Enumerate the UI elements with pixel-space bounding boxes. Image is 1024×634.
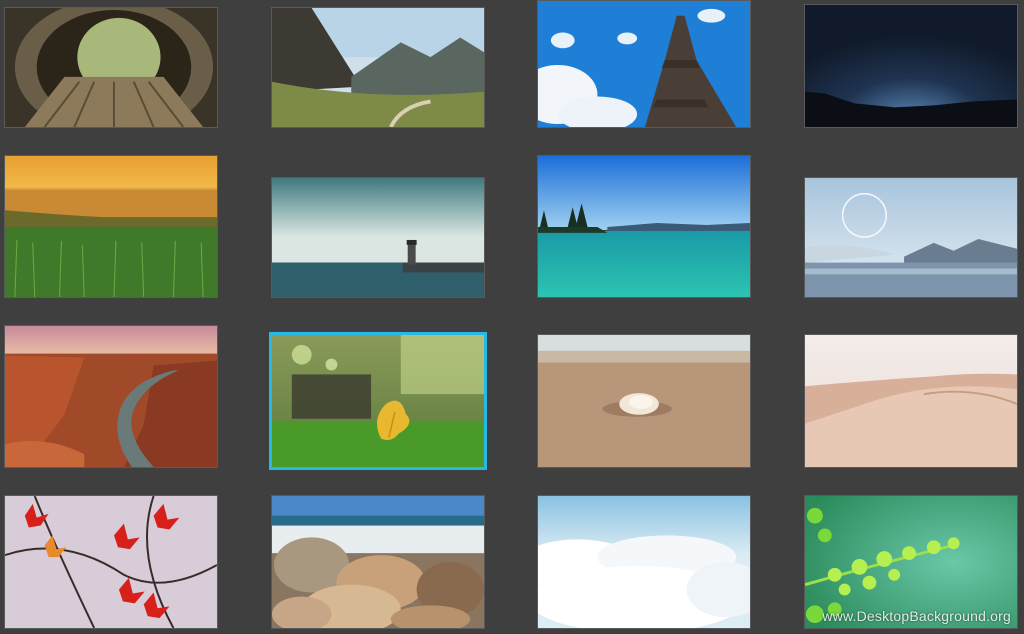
watermark-text: www.DesktopBackground.org xyxy=(822,608,1011,624)
thumbnail-yellow-leaf-grass[interactable] xyxy=(269,332,487,470)
mountain-valley-image xyxy=(272,8,484,127)
thumbnail-night-sky[interactable] xyxy=(804,4,1018,128)
eiffel-tower-image xyxy=(538,1,750,127)
thumbnail-mountain-valley[interactable] xyxy=(271,7,485,128)
sand-dunes-image xyxy=(805,335,1017,467)
turquoise-lake-image xyxy=(538,156,750,297)
sunset-field-image xyxy=(5,156,217,297)
thumbnail-wooden-tunnel[interactable] xyxy=(4,7,218,128)
thumbnail-lighthouse-sea[interactable] xyxy=(271,177,485,298)
thumbnail-eiffel-tower[interactable] xyxy=(537,0,751,128)
wooden-tunnel-image xyxy=(5,8,217,127)
night-sky-image xyxy=(805,5,1017,127)
thumbnail-turquoise-lake[interactable] xyxy=(537,155,751,298)
thumbnail-moon-mountains[interactable] xyxy=(804,177,1018,298)
canyon-river-image xyxy=(5,326,217,467)
lighthouse-sea-image xyxy=(272,178,484,297)
thumbnail-green-fern[interactable]: www.DesktopBackground.org xyxy=(804,495,1018,629)
moon-mountains-image xyxy=(805,178,1017,297)
thumbnail-sunset-field[interactable] xyxy=(4,155,218,298)
thumbnail-canyon-river[interactable] xyxy=(4,325,218,468)
seashell-beach-image xyxy=(538,335,750,467)
wallpaper-gallery: www.DesktopBackground.org xyxy=(0,0,1024,634)
thumbnail-red-maple-leaves[interactable] xyxy=(4,495,218,629)
thumbnail-seashell-beach[interactable] xyxy=(537,334,751,468)
clouds-image xyxy=(538,496,750,628)
thumbnail-sand-dunes[interactable] xyxy=(804,334,1018,468)
red-maple-leaves-image xyxy=(5,496,217,628)
yellow-leaf-grass-image xyxy=(272,335,484,467)
thumbnail-clouds[interactable] xyxy=(537,495,751,629)
rocky-shore-image xyxy=(272,496,484,628)
thumbnail-rocky-shore[interactable] xyxy=(271,495,485,629)
